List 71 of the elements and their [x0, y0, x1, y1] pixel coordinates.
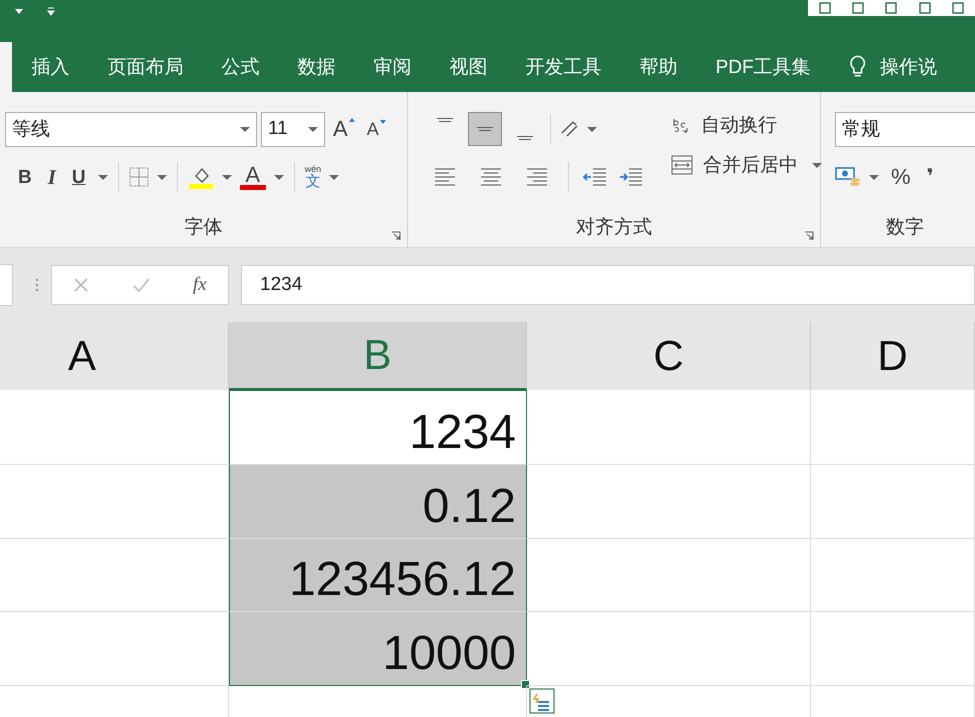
group-label: 对齐方式: [576, 216, 652, 240]
align-lines-icon: [480, 167, 502, 187]
ribbon-tab[interactable]: PDF工具集: [716, 50, 811, 84]
ribbon-tab[interactable]: 公式: [222, 50, 260, 84]
column-header[interactable]: A: [0, 322, 229, 390]
ribbon-tab[interactable]: 插入: [32, 50, 70, 84]
merge-center-button[interactable]: 合并后居中: [671, 152, 822, 178]
ribbon-tab[interactable]: 审阅: [374, 50, 412, 84]
toolbar-icon[interactable]: [951, 1, 966, 15]
font-size-dropdown[interactable]: 11: [261, 112, 325, 146]
table-cell: 0.12: [229, 465, 527, 539]
customize-caret-icon[interactable]: [46, 6, 56, 16]
column-header[interactable]: D: [811, 322, 975, 390]
column-header[interactable]: B: [229, 322, 527, 390]
decrease-indent-icon[interactable]: [583, 167, 607, 187]
align-lines-icon: [434, 167, 456, 187]
ribbon-tab[interactable]: 帮助: [640, 50, 678, 84]
group-label: 字体: [184, 216, 222, 240]
tell-me-search[interactable]: 操作说: [880, 50, 937, 84]
align-lines-icon: [437, 118, 453, 122]
caret-icon[interactable]: [329, 174, 340, 180]
table-cell: 123456.12: [229, 539, 527, 612]
caret-icon[interactable]: [587, 126, 597, 132]
underline-button[interactable]: U: [68, 168, 90, 186]
column-header[interactable]: C: [527, 322, 811, 390]
enter-checkmark-icon[interactable]: [132, 277, 150, 293]
quick-analysis-icon[interactable]: [529, 688, 555, 714]
currency-icon[interactable]: [835, 165, 861, 189]
font-color-button[interactable]: A: [240, 164, 266, 190]
caret-icon[interactable]: [98, 174, 108, 180]
align-lines-icon: [526, 167, 548, 187]
dropdown-caret-icon[interactable]: [14, 7, 24, 15]
table-cell: 1234: [229, 390, 527, 465]
phonetic-guide-button[interactable]: wén 文: [304, 165, 322, 189]
caret-up-icon: [348, 118, 355, 122]
vertical-align-button[interactable]: [468, 112, 502, 146]
caret-icon[interactable]: [869, 174, 879, 180]
fill-handle[interactable]: [521, 680, 530, 689]
borders-icon[interactable]: [128, 167, 149, 187]
caret-icon[interactable]: [156, 174, 167, 180]
drag-handle-icon[interactable]: [35, 277, 39, 293]
formula-input-field[interactable]: 1234: [241, 265, 975, 305]
toolbar-icon[interactable]: [851, 1, 866, 15]
font-name-dropdown[interactable]: 等线: [5, 112, 257, 146]
caret-down-icon: [380, 120, 386, 124]
toolbar-icon[interactable]: [884, 1, 898, 15]
number-format-dropdown[interactable]: 常规: [835, 112, 975, 146]
group-label: 数字: [886, 216, 924, 240]
decrease-font-size-button[interactable]: A: [362, 120, 390, 138]
italic-button[interactable]: I: [44, 166, 60, 188]
increase-indent-icon[interactable]: [619, 167, 643, 187]
caret-icon[interactable]: [222, 174, 232, 180]
align-lines-icon: [517, 136, 533, 140]
dialog-launcher-icon[interactable]: [391, 231, 401, 241]
table-cell: 10000: [229, 612, 527, 686]
insert-function-button[interactable]: fx: [192, 274, 207, 296]
comma-style-button[interactable]: ❜: [922, 167, 938, 187]
caret-icon[interactable]: [274, 174, 284, 180]
ribbon-tab[interactable]: 数据: [298, 50, 336, 84]
ribbon-tab[interactable]: 页面布局: [108, 50, 184, 84]
merge-cells-icon: [671, 155, 693, 175]
percent-style-button[interactable]: %: [887, 166, 915, 188]
ribbon-tab[interactable]: 开发工具: [526, 50, 602, 84]
bold-button[interactable]: B: [14, 168, 36, 186]
wrap-text-button[interactable]: 自动换行: [671, 112, 822, 138]
toolbar-icon[interactable]: [818, 1, 832, 15]
toolbar-icon[interactable]: [918, 1, 932, 15]
increase-font-size-button[interactable]: A: [329, 118, 359, 140]
align-lines-icon: [477, 127, 493, 131]
ribbon-tab[interactable]: 视图: [450, 50, 488, 84]
dialog-launcher-icon[interactable]: [804, 231, 814, 241]
